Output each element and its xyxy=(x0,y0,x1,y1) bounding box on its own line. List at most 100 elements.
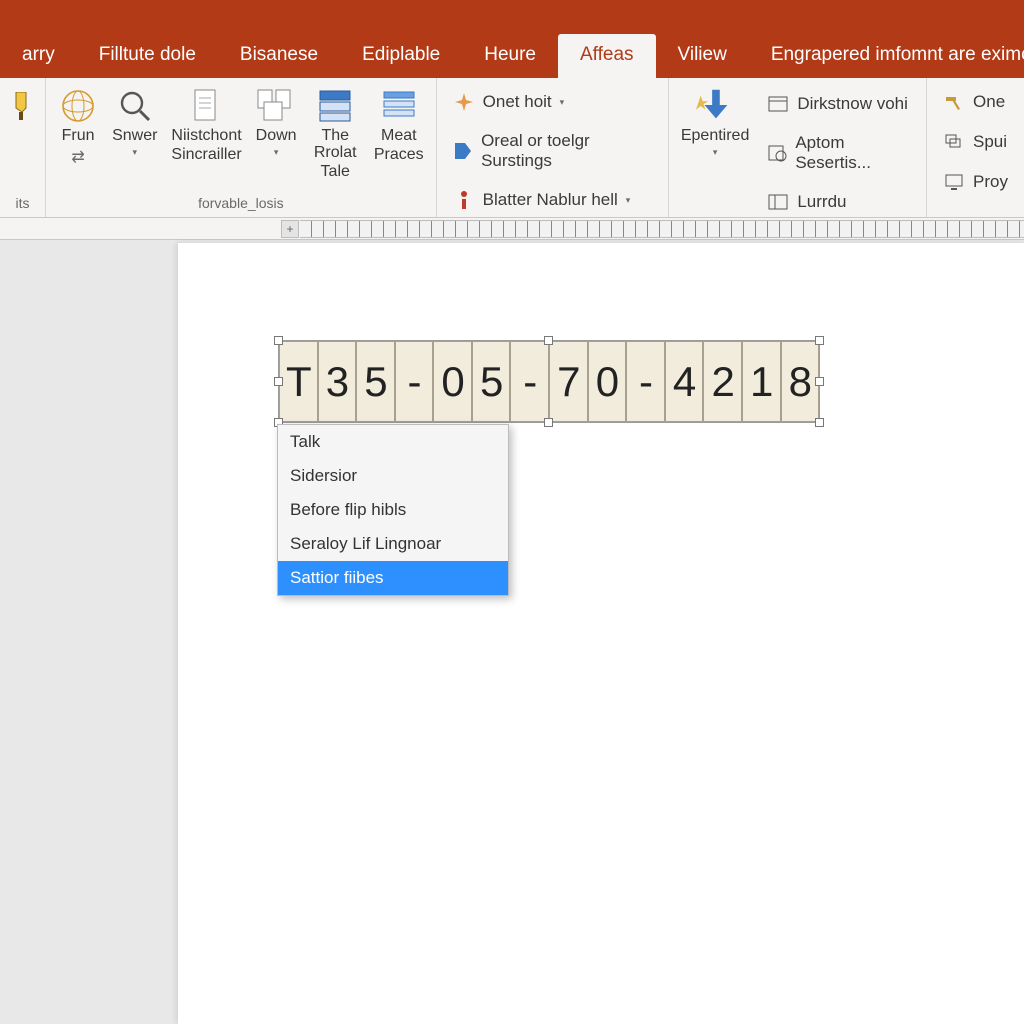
ribbon-item-label: Oreal or toelgr Surstings xyxy=(481,131,652,171)
tab-ediplable[interactable]: Ediplable xyxy=(340,34,462,78)
group-label-its: its xyxy=(0,195,45,217)
info-icon xyxy=(453,189,475,211)
globe-icon xyxy=(58,86,98,126)
ribbon-btn-label: Meat xyxy=(381,128,417,145)
ribbon-btn-label: Frun xyxy=(62,128,95,145)
table-cell[interactable]: - xyxy=(395,341,434,422)
ribbon-btn-frun[interactable]: Frun ⇄ xyxy=(58,84,98,167)
ribbon-tabs: arry Filltute dole Bisanese Ediplable He… xyxy=(0,32,1024,78)
ribbon-item-label: One xyxy=(973,92,1005,112)
ribbon-item-label: Blatter Nablur hell xyxy=(483,190,618,210)
pages-icon xyxy=(256,86,296,126)
ribbon-btn-label: Down xyxy=(256,128,297,145)
stacks-icon xyxy=(943,131,965,153)
table-cell[interactable]: 1 xyxy=(742,341,781,422)
chevron-icon: ⇄ xyxy=(71,147,84,167)
ribbon-item-label: Dirkstnow vohi xyxy=(797,94,908,114)
ribbon-btn-niistchont[interactable]: Niistchont Sincrailler xyxy=(171,84,241,164)
ribbon-btn-label: The Rrolat xyxy=(311,128,360,162)
tab-heure[interactable]: Heure xyxy=(462,34,558,78)
resize-handle[interactable] xyxy=(274,336,283,345)
tab-affeas[interactable]: Affeas xyxy=(558,34,656,78)
chevron-down-icon: ▾ xyxy=(713,147,718,158)
ribbon-btn-epentired[interactable]: Epentired ▾ xyxy=(681,84,750,158)
group-label-forvable: forvable_losis xyxy=(46,195,436,217)
table-icon xyxy=(315,86,355,126)
table-cell[interactable]: 5 xyxy=(472,341,511,422)
ribbon-item-label: Onet hoit xyxy=(483,92,552,112)
group-label-g4 xyxy=(927,211,1024,217)
ctx-item-sattior[interactable]: Sattior fiibes xyxy=(278,561,508,595)
ribbon-btn-meat[interactable]: Meat Praces xyxy=(374,84,424,164)
chevron-down-icon: ▾ xyxy=(626,195,631,206)
tab-arry[interactable]: arry xyxy=(0,34,77,78)
star-arrow-icon xyxy=(695,86,735,126)
ribbon-btn-label2: Praces xyxy=(374,147,424,164)
ribbon-item-label: Lurrdu xyxy=(797,192,846,212)
ribbon-item-label: Spui xyxy=(973,132,1007,152)
selected-table[interactable]: T 3 5 - 0 5 - 7 0 - 4 2 1 8 xyxy=(278,340,820,423)
resize-handle[interactable] xyxy=(815,336,824,345)
table-row: T 3 5 - 0 5 - 7 0 - 4 2 1 8 xyxy=(279,341,819,422)
magnifier-icon xyxy=(115,86,155,126)
table-cell[interactable]: 8 xyxy=(781,341,820,422)
ribbon: its Frun ⇄ Snwer ▾ Niistch xyxy=(0,78,1024,218)
resize-handle[interactable] xyxy=(544,336,553,345)
layout-icon xyxy=(767,191,789,213)
ribbon-item-spui[interactable]: Spui xyxy=(939,128,1011,156)
brush-icon xyxy=(4,86,44,126)
ctx-item-seraloy[interactable]: Seraloy Lif Lingnoar xyxy=(278,527,508,561)
ribbon-btn-label2: Sincrailler xyxy=(171,147,241,164)
table-cell[interactable]: 3 xyxy=(318,341,357,422)
ctx-item-sidersior[interactable]: Sidersior xyxy=(278,459,508,493)
table-cell[interactable]: - xyxy=(510,341,549,422)
ribbon-item-dirkstnow[interactable]: Dirkstnow vohi xyxy=(763,90,914,118)
table-cell[interactable]: 0 xyxy=(433,341,472,422)
ribbon-btn-its[interactable] xyxy=(4,84,44,126)
ribbon-item-one[interactable]: One xyxy=(939,88,1009,116)
ribbon-item-oreal[interactable]: Oreal or toelgr Surstings xyxy=(449,128,656,174)
ribbon-item-label: Aptom Sesertis... xyxy=(795,133,910,173)
context-menu: Talk Sidersior Before flip hibls Seraloy… xyxy=(277,424,509,596)
table-cell[interactable]: 4 xyxy=(665,341,704,422)
resize-handle[interactable] xyxy=(815,377,824,386)
hammer-icon xyxy=(943,91,965,113)
window-icon xyxy=(767,93,789,115)
ribbon-item-blatter[interactable]: Blatter Nablur hell ▾ xyxy=(449,186,635,214)
table-cell[interactable]: 7 xyxy=(549,341,588,422)
page-icon xyxy=(187,86,227,126)
tab-bisanese[interactable]: Bisanese xyxy=(218,34,340,78)
table-cell[interactable]: 2 xyxy=(703,341,742,422)
ribbon-btn-label: Niistchont xyxy=(171,128,241,145)
table-cell[interactable]: - xyxy=(626,341,665,422)
ribbon-item-proy[interactable]: Proy xyxy=(939,168,1012,196)
resize-handle[interactable] xyxy=(544,418,553,427)
ribbon-item-aptom[interactable]: Aptom Sesertis... xyxy=(763,130,914,176)
ruler-corner[interactable]: + xyxy=(281,220,299,238)
horizontal-ruler[interactable] xyxy=(300,220,1024,238)
table-cell[interactable]: 0 xyxy=(588,341,627,422)
resize-handle[interactable] xyxy=(274,377,283,386)
ribbon-btn-down[interactable]: Down ▾ xyxy=(256,84,297,158)
tag-icon xyxy=(453,140,473,162)
chevron-down-icon: ▾ xyxy=(132,147,137,158)
ribbon-btn-label: Epentired xyxy=(681,128,750,145)
tab-engrapered[interactable]: Engrapered imfomnt are eximction. xyxy=(749,34,1024,78)
ribbon-btn-snwer[interactable]: Snwer ▾ xyxy=(112,84,157,158)
table-cell[interactable]: 5 xyxy=(356,341,395,422)
ruler-area: + xyxy=(0,218,1024,240)
ribbon-btn-rrolat[interactable]: The Rrolat Tale xyxy=(311,84,360,180)
table-cell[interactable]: T xyxy=(279,341,318,422)
tab-view[interactable]: Viliew xyxy=(656,34,749,78)
tab-filltute[interactable]: Filltute dole xyxy=(77,34,218,78)
sparkle-icon xyxy=(453,91,475,113)
ctx-item-talk[interactable]: Talk xyxy=(278,425,508,459)
ribbon-item-onet[interactable]: Onet hoit ▾ xyxy=(449,88,569,116)
chevron-down-icon: ▾ xyxy=(274,147,279,158)
ribbon-item-lurrdu[interactable]: Lurrdu xyxy=(763,188,914,216)
ctx-item-before-flip[interactable]: Before flip hibls xyxy=(278,493,508,527)
resize-handle[interactable] xyxy=(815,418,824,427)
ribbon-btn-label2: Tale xyxy=(321,164,350,181)
titlebar xyxy=(0,0,1024,32)
gear-icon xyxy=(767,142,787,164)
